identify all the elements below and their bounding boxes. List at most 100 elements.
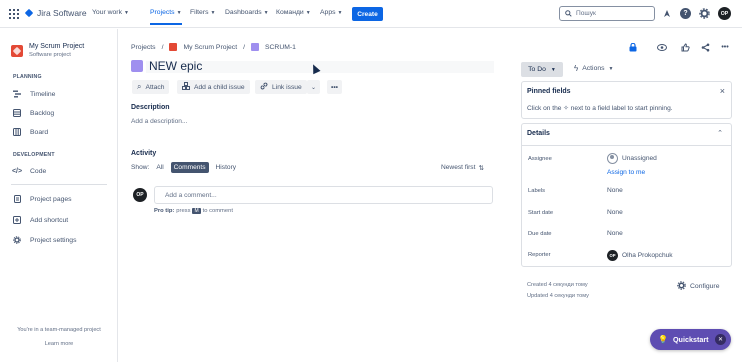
sort-toggle[interactable]: Newest first ⇅ bbox=[441, 164, 484, 172]
link-icon bbox=[260, 82, 268, 92]
assignee-value: Unassigned bbox=[622, 155, 657, 162]
link-issue-dropdown[interactable]: ⌄ bbox=[307, 80, 321, 94]
sidebar-item-label: Add shortcut bbox=[30, 216, 69, 224]
close-icon[interactable]: × bbox=[720, 86, 725, 96]
gear-icon bbox=[13, 236, 21, 244]
chevron-down-icon: ▼ bbox=[123, 9, 129, 16]
labels-field[interactable]: None bbox=[607, 187, 623, 194]
assignee-field[interactable]: Unassigned bbox=[607, 153, 657, 164]
project-avatar-small bbox=[169, 43, 178, 51]
create-button[interactable]: Create bbox=[352, 7, 383, 21]
breadcrumb-projects[interactable]: Projects bbox=[131, 44, 156, 51]
description-field[interactable]: Add a description... bbox=[131, 118, 187, 125]
filter-comments[interactable]: Comments bbox=[170, 162, 209, 173]
status-label: To Do bbox=[528, 66, 546, 73]
project-sidebar: My Scrum Project Software project PLANNI… bbox=[0, 29, 118, 362]
child-issue-icon bbox=[182, 82, 190, 92]
more-actions-button[interactable]: ••• bbox=[327, 80, 343, 94]
issue-title[interactable]: NEW epic bbox=[149, 59, 202, 73]
more-icon: ••• bbox=[331, 83, 339, 91]
project-avatar bbox=[11, 45, 23, 57]
nav-your-work[interactable]: Your work ▼ bbox=[92, 9, 129, 16]
due-date-label: Due date bbox=[528, 231, 552, 237]
nav-dashboards[interactable]: Dashboards ▼ bbox=[225, 9, 269, 16]
attach-label: Attach bbox=[145, 83, 165, 91]
chevron-down-icon: ▼ bbox=[263, 9, 269, 16]
app-name: Jira Software bbox=[37, 8, 87, 18]
close-icon[interactable]: ✕ bbox=[715, 334, 726, 345]
jira-logo[interactable]: Jira Software bbox=[24, 8, 87, 18]
epic-icon bbox=[250, 43, 259, 51]
help-icon[interactable]: ? bbox=[680, 8, 691, 19]
chevron-down-icon: ⌄ bbox=[311, 84, 317, 91]
add-shortcut-icon bbox=[13, 216, 21, 224]
breadcrumb-issue-key[interactable]: SCRUM-1 bbox=[265, 44, 296, 51]
updated-timestamp: Updated 4 секунди тому bbox=[527, 293, 589, 299]
notifications-icon[interactable] bbox=[661, 8, 672, 19]
lock-icon[interactable] bbox=[628, 42, 638, 52]
details-title[interactable]: Details bbox=[527, 130, 550, 137]
timeline-icon bbox=[13, 90, 21, 98]
sidebar-item-label: Project settings bbox=[30, 236, 77, 244]
configure-button[interactable]: Configure bbox=[677, 281, 719, 292]
quickstart-button[interactable]: 💡 Quickstart ✕ bbox=[650, 329, 731, 350]
planning-section-title: PLANNING bbox=[13, 74, 42, 80]
user-avatar[interactable]: OP bbox=[718, 7, 731, 20]
pinned-help-text: Click on the bbox=[527, 105, 562, 112]
nav-teams[interactable]: Команди ▼ bbox=[276, 9, 311, 16]
chevron-down-icon: ▼ bbox=[305, 9, 311, 16]
filter-all[interactable]: All bbox=[153, 162, 166, 173]
comment-input[interactable]: Add a comment... bbox=[154, 186, 493, 204]
sidebar-item-board[interactable]: Board bbox=[13, 128, 48, 136]
link-issue-button[interactable]: Link issue bbox=[255, 80, 307, 94]
share-icon[interactable] bbox=[700, 42, 710, 52]
reporter-value: Olha Prokopchuk bbox=[622, 252, 673, 259]
sidebar-item-label: Code bbox=[30, 167, 47, 175]
watch-eye-icon[interactable] bbox=[657, 42, 667, 52]
app-switcher-icon[interactable] bbox=[9, 9, 19, 19]
start-date-field[interactable]: None bbox=[607, 209, 623, 216]
add-child-issue-label: Add a child issue bbox=[194, 83, 245, 91]
attach-button[interactable]: ⌕ Attach bbox=[132, 80, 170, 94]
sidebar-item-project-pages[interactable]: Project pages bbox=[13, 195, 72, 203]
search-placeholder: Пошук bbox=[576, 10, 596, 17]
nav-projects[interactable]: Projects ▼ bbox=[150, 9, 182, 25]
project-header[interactable]: My Scrum Project Software project bbox=[11, 43, 84, 58]
learn-more-link[interactable]: Learn more bbox=[0, 341, 118, 347]
pinned-help-text: next to a field label to start pinning. bbox=[570, 105, 673, 112]
sidebar-item-code[interactable]: </> Code bbox=[12, 167, 47, 175]
sidebar-item-add-shortcut[interactable]: Add shortcut bbox=[13, 216, 68, 224]
sort-label: Newest first bbox=[441, 164, 476, 171]
pinned-fields-title: Pinned fields bbox=[527, 88, 571, 95]
epic-type-icon[interactable] bbox=[131, 60, 143, 72]
nav-filters[interactable]: Filters ▼ bbox=[190, 9, 215, 16]
reporter-avatar: OP bbox=[607, 250, 618, 261]
pro-tip-text: to comment bbox=[202, 208, 233, 214]
filter-history[interactable]: History bbox=[213, 162, 240, 173]
breadcrumb-project[interactable]: My Scrum Project bbox=[183, 44, 237, 51]
actions-label: Actions bbox=[582, 65, 605, 72]
nav-apps[interactable]: Apps ▼ bbox=[320, 9, 342, 16]
sidebar-item-project-settings[interactable]: Project settings bbox=[13, 236, 76, 244]
show-label: Show: bbox=[131, 164, 150, 171]
sidebar-item-backlog[interactable]: Backlog bbox=[13, 109, 54, 117]
reporter-field[interactable]: OP Olha Prokopchuk bbox=[607, 250, 673, 261]
add-child-issue-button[interactable]: Add a child issue bbox=[177, 80, 250, 94]
settings-gear-icon[interactable] bbox=[699, 8, 710, 19]
sidebar-item-label: Board bbox=[30, 128, 49, 136]
chevron-down-icon: ▼ bbox=[550, 66, 556, 73]
sidebar-item-timeline[interactable]: Timeline bbox=[13, 90, 55, 98]
search-input[interactable]: Пошук bbox=[559, 6, 655, 21]
due-date-field[interactable]: None bbox=[607, 230, 623, 237]
team-managed-note: You're in a team-managed project bbox=[17, 327, 101, 333]
chevron-down-icon: ▼ bbox=[608, 65, 614, 72]
chevron-up-icon[interactable]: ⌃ bbox=[717, 129, 723, 137]
actions-dropdown[interactable]: ϟ Actions ▼ bbox=[574, 64, 613, 73]
status-dropdown[interactable]: To Do ▼ bbox=[521, 62, 563, 77]
backlog-icon bbox=[13, 109, 21, 117]
sidebar-item-label: Project pages bbox=[30, 195, 72, 203]
like-thumb-icon[interactable] bbox=[680, 42, 690, 52]
gear-icon bbox=[677, 281, 686, 292]
assign-to-me-link[interactable]: Assign to me bbox=[607, 169, 645, 176]
more-options-icon[interactable]: ••• bbox=[720, 42, 730, 52]
